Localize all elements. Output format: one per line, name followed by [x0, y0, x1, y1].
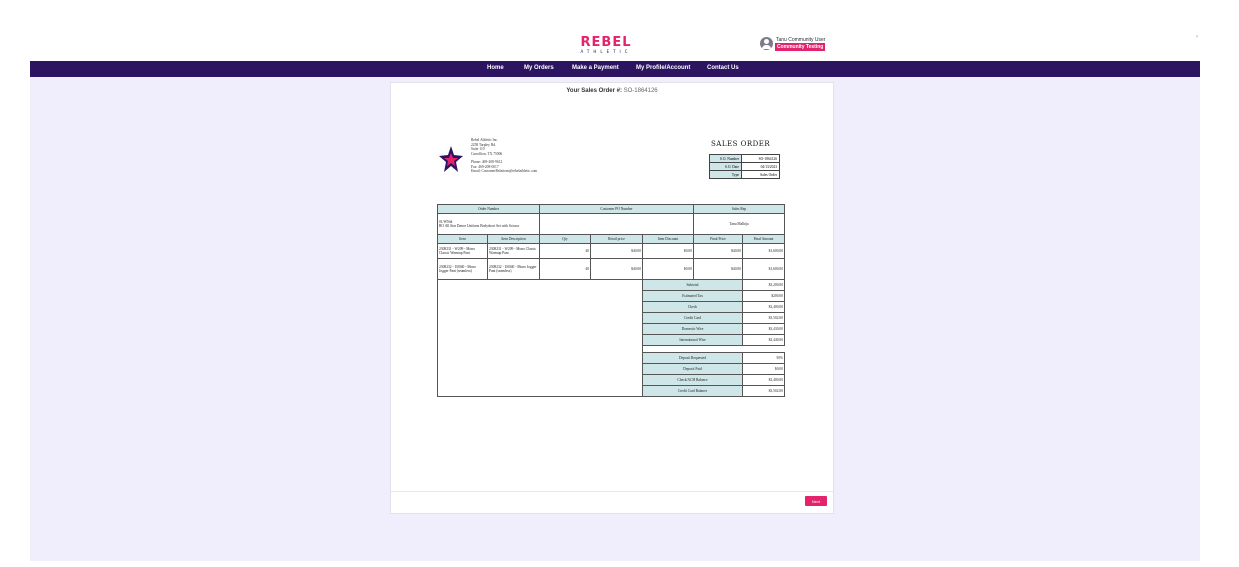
- order-number-cell: 01/WNdt RO All Star Dance Uniform Bodysh…: [437, 213, 540, 235]
- table-row: 2308231 - W209 - Mono Classic Warmup Pan…: [437, 243, 785, 259]
- items-header-row: Item Item Description Qty Retail price I…: [437, 234, 785, 244]
- totals-spacer: [437, 279, 643, 397]
- total-label: Credit Card: [642, 312, 743, 324]
- deposit-label: Check/ACH Balance: [642, 374, 743, 386]
- col-final-price: Final Price: [693, 234, 743, 244]
- sales-order-heading: Your Sales Order #: SO-1864126: [391, 88, 833, 94]
- sales-order-title: SALES ORDER: [711, 140, 771, 148]
- deposit-value: 50%: [742, 352, 785, 364]
- col-retail-price: Retail price: [590, 234, 643, 244]
- so-info-key: S.O. Date: [709, 162, 742, 171]
- rebel-star-logo-icon: [439, 146, 463, 172]
- main-nav: Home My Orders Make a Payment My Profile…: [30, 61, 1200, 77]
- sales-order-card: Your Sales Order #: SO-1864126 Rebel Ath…: [390, 82, 834, 514]
- so-info-value: 04/13/2023: [741, 162, 780, 171]
- total-value: $200.00: [742, 290, 785, 302]
- final-amount-cell: $1,600.00: [742, 243, 785, 259]
- so-info-key: S.O. Number: [709, 154, 742, 163]
- order-info-row: 01/WNdt RO All Star Dance Uniform Bodysh…: [437, 213, 785, 235]
- total-label: Subtotal: [642, 279, 743, 291]
- so-info-value: SO-1864126: [741, 154, 780, 163]
- qty-cell: 40: [539, 243, 591, 259]
- customer-po-value: [539, 213, 694, 235]
- deposit-value: $0.00: [742, 363, 785, 375]
- rebel-logo[interactable]: REBEL ATHLETIC: [576, 36, 636, 58]
- next-button[interactable]: Next: [805, 496, 827, 506]
- sales-order-label: Your Sales Order #:: [566, 88, 622, 94]
- so-info-row: S.O. Date 04/13/2023: [709, 162, 780, 171]
- total-label: Estimated Tax: [642, 290, 743, 302]
- total-value: $3,502.00: [742, 312, 785, 324]
- sales-rep-header: Sales Rep: [693, 204, 785, 214]
- total-label: International Wire: [642, 334, 743, 346]
- scroll-indicator-icon: ›: [1196, 34, 1198, 40]
- retail-price-cell: $40.00: [590, 243, 643, 259]
- item-discount-cell: $0.00: [642, 258, 694, 280]
- total-value: $3,400.00: [742, 301, 785, 313]
- sales-order-info-table: S.O. Number SO-1864126 S.O. Date 04/13/2…: [709, 154, 780, 179]
- deposit-label: Deposit Paid: [642, 363, 743, 375]
- final-price-cell: $40.00: [693, 258, 743, 280]
- item-cell: 2308232 - U0040 - Mono Jogger Pant (seam…: [437, 258, 488, 280]
- qty-cell: 40: [539, 258, 591, 280]
- table-row: 2308232 - U0040 - Mono Jogger Pant (seam…: [437, 258, 785, 280]
- nav-item-my-orders[interactable]: My Orders: [524, 65, 554, 71]
- deposit-label: Deposit Requested: [642, 352, 743, 364]
- order-details-table: Order Number Customer PO Number Sales Re…: [437, 204, 785, 397]
- nav-item-profile[interactable]: My Profile/Account: [636, 65, 690, 71]
- deposit-value: $3,400.00: [742, 374, 785, 386]
- logo-subtitle: ATHLETIC: [580, 49, 632, 54]
- total-value: $3,200.00: [742, 279, 785, 291]
- deposit-label: Credit Card Balance: [642, 385, 743, 397]
- total-label: Check: [642, 301, 743, 313]
- total-value: $3,440.00: [742, 334, 785, 346]
- deposit-value: $3,502.00: [742, 385, 785, 397]
- nav-item-contact[interactable]: Contact Us: [707, 65, 739, 71]
- retail-price-cell: $40.00: [590, 258, 643, 280]
- total-label: Domestic Wire: [642, 323, 743, 335]
- item-discount-cell: $0.00: [642, 243, 694, 259]
- user-avatar-icon: [760, 37, 773, 50]
- final-price-cell: $40.00: [693, 243, 743, 259]
- col-final-amount: Final Amount: [742, 234, 785, 244]
- col-item-description: Item Description: [487, 234, 540, 244]
- order-number-header: Order Number: [437, 204, 540, 214]
- totals-row: Subtotal $3,200.00: [437, 279, 785, 397]
- nav-item-home[interactable]: Home: [487, 65, 504, 71]
- so-info-key: Type: [709, 170, 742, 179]
- item-description-cell: 2308232 - U0040 - Mono Jogger Pant (seam…: [487, 258, 540, 280]
- so-info-value: Sales Order: [741, 170, 780, 179]
- so-info-row: Type Sales Order: [709, 170, 780, 179]
- col-item: Item: [437, 234, 488, 244]
- order-header-row: Order Number Customer PO Number Sales Re…: [437, 204, 785, 214]
- company-email: Email: CustomerRelations@rebelathletic.c…: [471, 169, 538, 174]
- col-item-discount: Item Discount: [642, 234, 694, 244]
- final-amount-cell: $1,600.00: [742, 258, 785, 280]
- top-header: REBEL ATHLETIC Tanu Community User Commu…: [0, 0, 1239, 61]
- company-info: Rebel Athletic Inc. 2258 Tarpley Rd. Sui…: [471, 138, 551, 174]
- customer-po-header: Customer PO Number: [539, 204, 694, 214]
- so-info-row: S.O. Number SO-1864126: [709, 154, 780, 163]
- nav-item-make-payment[interactable]: Make a Payment: [572, 65, 619, 71]
- totals-gap: [642, 345, 785, 353]
- col-qty: Qty: [539, 234, 591, 244]
- sales-order-number: SO-1864126: [623, 88, 658, 94]
- card-footer-divider: [391, 491, 833, 492]
- user-badge: Community Testing: [775, 43, 826, 51]
- logo-wordmark: REBEL: [580, 35, 632, 50]
- order-description: RO All Star Dance Uniform Bodyshort Set …: [439, 224, 520, 228]
- total-value: $3,430.00: [742, 323, 785, 335]
- sales-rep-value: Tanu Malhija: [693, 213, 785, 235]
- item-description-cell: 2308231 - W209 - Mono Classic Warmup Pan…: [487, 243, 540, 259]
- item-cell: 2308231 - W209 - Mono Classic Warmup Pan…: [437, 243, 488, 259]
